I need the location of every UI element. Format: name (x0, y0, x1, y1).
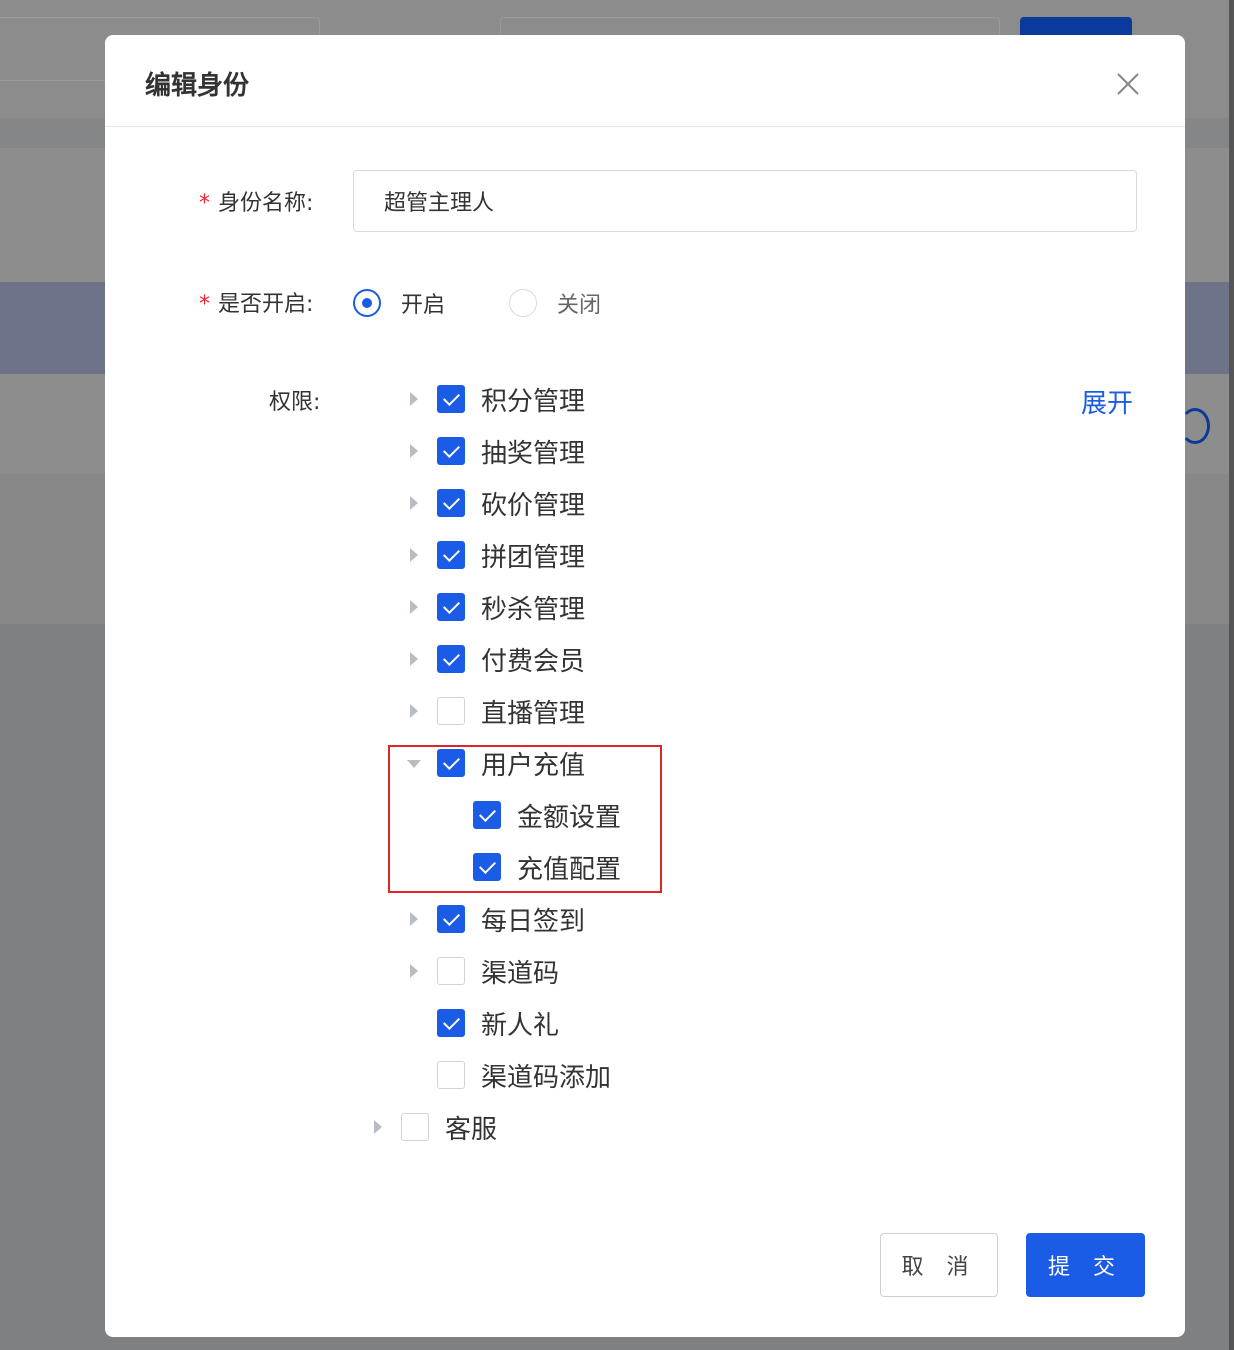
tree-node-label: 渠道码添加 (481, 1062, 612, 1093)
caret-right-icon[interactable] (407, 912, 421, 926)
tree-node-label: 每日签到 (481, 906, 586, 937)
checkbox-checked[interactable] (437, 905, 465, 933)
tree-node[interactable]: 新人礼 (407, 1003, 559, 1043)
checkbox-unchecked[interactable] (437, 1061, 465, 1089)
caret-right-icon[interactable] (407, 704, 421, 718)
tree-node[interactable]: 直播管理 (407, 691, 585, 731)
submit-button[interactable]: 提 交 (1026, 1233, 1145, 1297)
tree-node[interactable]: 渠道码 (407, 951, 559, 991)
tree-node[interactable]: 砍价管理 (407, 483, 585, 523)
caret-right-icon[interactable] (371, 1120, 385, 1134)
tree-node[interactable]: 客服 (371, 1107, 497, 1147)
checkbox-checked[interactable] (437, 1009, 465, 1037)
modal-title: 编辑身份 (145, 71, 250, 101)
caret-right-icon[interactable] (407, 548, 421, 562)
cancel-button[interactable]: 取 消 (880, 1233, 998, 1297)
identity-name-label: * 身份名称: (199, 191, 314, 216)
expand-all-link[interactable]: 展开 (1081, 383, 1133, 420)
close-icon[interactable] (1115, 71, 1141, 97)
tree-node[interactable]: 秒杀管理 (407, 587, 585, 627)
caret-right-icon[interactable] (407, 496, 421, 510)
checkbox-checked[interactable] (437, 489, 465, 517)
checkbox-checked[interactable] (437, 645, 465, 673)
tree-node[interactable]: 渠道码添加 (407, 1055, 611, 1095)
required-mark: * (199, 191, 210, 216)
edit-identity-modal: 编辑身份 *身份名称: *是否开启: 开启 关闭 权限: 展开 积分管理抽奖管理… (105, 35, 1185, 1337)
tree-node-label: 直播管理 (481, 698, 586, 729)
tree-node[interactable]: 拼团管理 (407, 535, 585, 575)
radio-unselected-icon (509, 289, 537, 317)
checkbox-unchecked[interactable] (437, 957, 465, 985)
identity-name-input[interactable] (353, 170, 1137, 232)
tree-node-label: 客服 (445, 1114, 498, 1145)
tree-node-label: 拼团管理 (481, 542, 586, 573)
checkbox-checked[interactable] (437, 385, 465, 413)
tree-node[interactable]: 付费会员 (407, 639, 585, 679)
tree-node-label: 新人礼 (481, 1010, 560, 1041)
radio-label: 关闭 (557, 293, 602, 318)
required-mark: * (199, 292, 210, 317)
tree-node[interactable]: 积分管理 (407, 379, 585, 419)
caret-right-icon[interactable] (407, 652, 421, 666)
checkbox-unchecked[interactable] (437, 697, 465, 725)
checkbox-checked[interactable] (437, 437, 465, 465)
checkbox-checked[interactable] (437, 541, 465, 569)
caret-right-icon[interactable] (407, 444, 421, 458)
tree-node[interactable]: 每日签到 (407, 899, 585, 939)
tree-node-label: 渠道码 (481, 958, 560, 989)
tree-node-label: 付费会员 (481, 646, 586, 677)
annotation-highlight-box (388, 745, 662, 893)
radio-enabled-off[interactable]: 关闭 (509, 287, 601, 319)
caret-right-icon[interactable] (407, 600, 421, 614)
checkbox-unchecked[interactable] (401, 1113, 429, 1141)
enabled-label: * 是否开启: (199, 292, 314, 317)
checkbox-checked[interactable] (437, 593, 465, 621)
radio-selected-icon (353, 289, 381, 317)
radio-enabled-on[interactable]: 开启 (353, 287, 445, 319)
tree-node-label: 砍价管理 (481, 490, 586, 521)
permissions-label: 权限: (269, 390, 321, 415)
tree-node[interactable]: 抽奖管理 (407, 431, 585, 471)
tree-node-label: 积分管理 (481, 386, 586, 417)
radio-label: 开启 (401, 293, 446, 318)
caret-right-icon[interactable] (407, 392, 421, 406)
tree-node-label: 抽奖管理 (481, 438, 586, 469)
modal-header: 编辑身份 (105, 35, 1185, 127)
tree-node-label: 秒杀管理 (481, 594, 586, 625)
caret-right-icon[interactable] (407, 964, 421, 978)
bg-scrollbar-edge (1229, 0, 1234, 1350)
